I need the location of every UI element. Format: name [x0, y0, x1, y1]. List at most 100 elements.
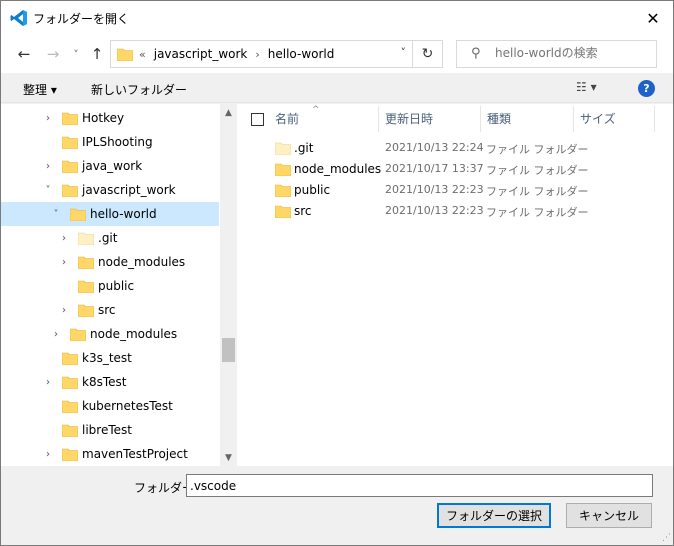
column-header-size[interactable]: サイズ [580, 104, 616, 132]
tree-item-node-modules[interactable]: › node_modules [1, 250, 219, 274]
tree-item-label: k3s_test [82, 351, 132, 365]
folder-icon [275, 142, 291, 155]
up-button[interactable]: ↑ [86, 43, 108, 65]
help-icon[interactable]: ? [638, 80, 655, 97]
folder-icon [62, 136, 78, 149]
tree-item-src[interactable]: › src [1, 298, 219, 322]
chevron-down-icon[interactable]: ˅ [42, 184, 54, 196]
arrow-left-icon: ← [17, 45, 31, 63]
tree-item-label: src [98, 303, 116, 317]
folder-icon [117, 48, 133, 61]
tree-item-label: java_work [82, 159, 143, 173]
list-item[interactable]: .git 2021/10/13 22:24 ファイル フォルダー [237, 138, 673, 159]
title-bar: フォルダーを開く ✕ [1, 1, 673, 35]
scroll-down-icon[interactable]: ▼ [220, 449, 237, 466]
recent-locations-button[interactable]: ˅ [65, 43, 87, 65]
command-bar: 整理 ▾ 新しいフォルダー ☷ ▾ ? [1, 73, 673, 103]
chevron-right-icon[interactable]: › [58, 304, 70, 316]
list-item[interactable]: node_modules 2021/10/17 13:37 ファイル フォルダー [237, 159, 673, 180]
select-folder-button[interactable]: フォルダーの選択 [437, 503, 551, 528]
breadcrumb-javascript-work[interactable]: javascript_work [154, 47, 248, 61]
address-dropdown-icon[interactable]: ˅ [401, 46, 407, 59]
folder-icon [62, 448, 78, 461]
tree-item-hello-world[interactable]: ˅ hello-world [1, 202, 219, 226]
scrollbar-thumb[interactable] [222, 338, 235, 362]
select-all-checkbox[interactable] [251, 113, 264, 126]
scroll-up-icon[interactable]: ▲ [220, 104, 237, 121]
tree-item-label: k8sTest [82, 375, 127, 389]
file-date: 2021/10/17 13:37 [385, 162, 484, 175]
column-divider[interactable] [480, 106, 481, 132]
list-item[interactable]: public 2021/10/13 22:23 ファイル フォルダー [237, 180, 673, 201]
folder-icon [62, 400, 78, 413]
new-folder-button[interactable]: 新しいフォルダー [91, 81, 187, 98]
column-header-type[interactable]: 種類 [487, 104, 511, 132]
tree-scrollbar[interactable]: ▲ ▼ [220, 104, 237, 466]
close-button[interactable]: ✕ [633, 1, 673, 35]
tree-item-label: kubernetesTest [82, 399, 173, 413]
chevron-right-icon[interactable]: › [42, 112, 54, 124]
chevron-right-icon[interactable]: › [42, 376, 54, 388]
address-bar[interactable]: « javascript_work › hello-world ˅ ↻ [110, 40, 443, 68]
forward-button[interactable]: → [42, 43, 64, 65]
tree-item-label: libreTest [82, 423, 132, 437]
column-divider[interactable] [654, 106, 655, 132]
search-box[interactable]: ⚲ [456, 40, 657, 68]
folder-icon [70, 208, 86, 221]
search-input[interactable] [495, 46, 645, 60]
tree-item-label: node_modules [98, 255, 186, 269]
file-type: ファイル フォルダー [486, 185, 589, 198]
refresh-button[interactable]: ↻ [412, 41, 442, 67]
tree-item-k3s-test[interactable]: k3s_test [1, 346, 219, 370]
column-divider[interactable] [378, 106, 379, 132]
file-name: src [294, 204, 312, 218]
tree-item-kubernetestest[interactable]: kubernetesTest [1, 394, 219, 418]
tree-item-label: public [98, 279, 135, 293]
tree-item-node-modules-2[interactable]: › node_modules [1, 322, 219, 346]
file-type: ファイル フォルダー [486, 206, 589, 219]
folder-icon [62, 160, 78, 173]
tree-item-git[interactable]: › .git [1, 226, 219, 250]
arrow-right-icon: → [46, 45, 60, 63]
chevron-down-icon[interactable]: ˅ [50, 208, 62, 220]
sort-ascending-icon: ^ [312, 105, 320, 115]
tree-item-javascript-work[interactable]: ˅ javascript_work [1, 178, 219, 202]
tree-item-hotkey[interactable]: › Hotkey [1, 106, 219, 130]
tree-item-iplshooting[interactable]: IPLShooting [1, 130, 219, 154]
chevron-right-icon[interactable]: › [58, 256, 70, 268]
folder-name-input[interactable] [186, 474, 653, 497]
tree-item-java-work[interactable]: › java_work [1, 154, 219, 178]
organize-button[interactable]: 整理 ▾ [23, 81, 57, 98]
chevron-right-icon[interactable]: › [42, 448, 54, 460]
view-options-icon[interactable]: ☷ ▾ [576, 80, 597, 94]
file-date: 2021/10/13 22:23 [385, 204, 484, 217]
list-item[interactable]: src 2021/10/13 22:23 ファイル フォルダー [237, 201, 673, 222]
resize-grip-icon[interactable]: ⋰ [662, 533, 671, 543]
chevron-right-icon[interactable]: › [58, 232, 70, 244]
tree-item-libretest[interactable]: libreTest [1, 418, 219, 442]
column-divider[interactable] [573, 106, 574, 132]
close-icon: ✕ [646, 8, 660, 28]
breadcrumb-hello-world[interactable]: hello-world [268, 47, 335, 61]
back-button[interactable]: ← [13, 43, 35, 65]
file-date: 2021/10/13 22:24 [385, 141, 484, 154]
tree-item-label: mavenTestProject [82, 447, 188, 461]
cancel-button[interactable]: キャンセル [566, 503, 652, 528]
tree-item-label: .git [98, 231, 118, 245]
window-title: フォルダーを開く [33, 12, 130, 26]
search-icon: ⚲ [471, 46, 481, 61]
tree-item-k8stest[interactable]: › k8sTest [1, 370, 219, 394]
file-type: ファイル フォルダー [486, 143, 589, 156]
folder-icon [78, 232, 94, 245]
chevron-right-icon[interactable]: › [50, 328, 62, 340]
tree-item-public[interactable]: public [1, 274, 219, 298]
folder-icon [275, 205, 291, 218]
vscode-logo-icon [10, 10, 27, 26]
column-header-name[interactable]: 名前 [275, 104, 299, 132]
column-header-date[interactable]: 更新日時 [385, 104, 433, 132]
chevron-right-icon[interactable]: › [42, 160, 54, 172]
breadcrumb-separator-icon[interactable]: › [255, 48, 259, 61]
folder-icon [70, 328, 86, 341]
overflow-chevron-icon[interactable]: « [139, 48, 146, 61]
tree-item-maventestproject[interactable]: › mavenTestProject [1, 442, 219, 466]
